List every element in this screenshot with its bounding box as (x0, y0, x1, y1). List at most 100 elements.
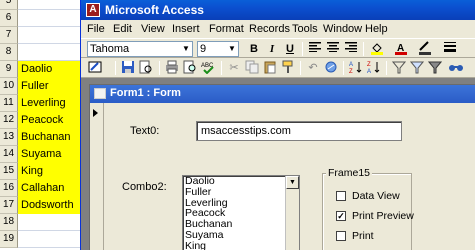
menu-bar: File Edit View Insert Format Records Too… (81, 20, 475, 38)
toolbar-separator (363, 42, 364, 56)
excel-row-header[interactable]: 9 (0, 61, 18, 78)
filter-by-form-icon[interactable] (408, 60, 426, 76)
print-preview-icon[interactable] (181, 60, 199, 76)
excel-row[interactable]: 18 (0, 214, 90, 231)
excel-row[interactable]: 5 (0, 0, 90, 10)
line-width-icon[interactable] (441, 41, 459, 57)
access-key-icon: A (86, 3, 100, 17)
svg-text:A: A (349, 62, 353, 68)
form-icon (94, 88, 106, 99)
print-icon[interactable] (163, 60, 181, 76)
menu-window[interactable]: Window (323, 22, 362, 36)
align-center-icon[interactable] (324, 41, 342, 57)
excel-row[interactable]: 9 Daolio (0, 61, 90, 78)
list-item[interactable]: Fuller (183, 186, 299, 198)
mdi-workspace: Form1 : Form Text0: msaccesstips.com Com… (81, 78, 475, 250)
text0-textbox[interactable]: msaccesstips.com (196, 121, 402, 141)
chevron-down-icon[interactable]: ▼ (180, 42, 192, 56)
excel-row[interactable]: 19 (0, 231, 90, 248)
toolbar-separator (115, 61, 116, 75)
excel-row-header[interactable]: 19 (0, 231, 18, 248)
line-color-icon[interactable] (416, 41, 434, 57)
excel-row-header[interactable]: 14 (0, 146, 18, 163)
formatting-toolbar: Tahoma ▼ 9 ▼ B I U A (81, 38, 475, 58)
excel-row-header[interactable]: 8 (0, 44, 18, 61)
menu-file[interactable]: File (87, 22, 105, 36)
record-selector[interactable] (90, 103, 104, 250)
excel-row[interactable]: 13 Buchanan (0, 129, 90, 146)
font-color-icon[interactable]: A (392, 41, 410, 57)
view-icon[interactable] (87, 60, 105, 76)
svg-text:A: A (367, 69, 371, 74)
paste-icon[interactable] (261, 60, 279, 76)
checkbox-box[interactable] (336, 231, 346, 241)
scroll-up-arrow-icon[interactable]: ▼ (286, 176, 299, 189)
excel-row[interactable]: 7 (0, 27, 90, 44)
fill-color-icon[interactable] (368, 41, 386, 57)
excel-row[interactable]: 8 (0, 44, 90, 61)
hyperlink-icon[interactable] (322, 60, 340, 76)
italic-button[interactable]: I (263, 41, 281, 57)
menu-insert[interactable]: Insert (172, 22, 200, 36)
undo-icon[interactable]: ↶ (304, 60, 322, 76)
checkbox-box[interactable]: ✓ (336, 211, 346, 221)
svg-text:Z: Z (349, 69, 353, 74)
excel-row[interactable]: 17 Dodsworth (0, 197, 90, 214)
excel-row[interactable]: 16 Callahan (0, 180, 90, 197)
sort-ascending-icon[interactable]: AZ (347, 60, 365, 76)
list-item[interactable]: King (183, 240, 299, 250)
filter-by-selection-icon[interactable] (390, 60, 408, 76)
excel-row-header[interactable]: 16 (0, 180, 18, 197)
list-scrollbar[interactable]: ▼ (285, 176, 299, 250)
menu-edit[interactable]: Edit (113, 22, 132, 36)
text0-label: Text0: (130, 125, 160, 137)
form-title: Form1 : Form (110, 87, 181, 99)
cut-icon[interactable]: ✂ (225, 60, 243, 76)
excel-row[interactable]: 12 Peacock (0, 112, 90, 129)
excel-row[interactable]: 11 Leverling (0, 95, 90, 112)
checkbox-box[interactable] (336, 191, 346, 201)
bold-button[interactable]: B (245, 41, 263, 57)
format-painter-icon[interactable] (279, 60, 297, 76)
apply-filter-icon[interactable] (426, 60, 444, 76)
search-file-icon[interactable] (137, 60, 155, 76)
excel-row[interactable]: 10 Fuller (0, 78, 90, 95)
find-icon[interactable] (447, 60, 465, 76)
excel-row-header[interactable]: 13 (0, 129, 18, 146)
menu-records[interactable]: Records (249, 22, 290, 36)
font-name-value: Tahoma (90, 43, 130, 55)
save-icon[interactable] (119, 60, 137, 76)
excel-row[interactable]: 6 (0, 10, 90, 27)
access-title-bar: A Microsoft Access (81, 0, 475, 20)
combo2-list[interactable]: Daolio Fuller Leverling Peacock Buchanan Suya… (182, 175, 300, 250)
align-left-icon[interactable] (306, 41, 324, 57)
excel-row-header[interactable]: 5 (0, 0, 18, 10)
menu-view[interactable]: View (141, 22, 165, 36)
excel-row-header[interactable]: 17 (0, 197, 18, 214)
copy-icon[interactable] (243, 60, 261, 76)
excel-row-header[interactable]: 18 (0, 214, 18, 231)
excel-row-header[interactable]: 15 (0, 163, 18, 180)
chevron-down-icon[interactable]: ▼ (226, 42, 238, 56)
menu-tools[interactable]: Tools (292, 22, 318, 36)
sort-descending-icon[interactable]: ZA (365, 60, 383, 76)
excel-row[interactable]: 14 Suyama (0, 146, 90, 163)
excel-row-header[interactable]: 12 (0, 112, 18, 129)
font-size-value: 9 (200, 43, 207, 55)
form-design-toolbar: ABC ✂ ↶ AZ ZA (81, 58, 475, 78)
excel-row-header[interactable]: 11 (0, 95, 18, 112)
underline-button[interactable]: U (281, 41, 299, 57)
spelling-icon[interactable]: ABC (199, 60, 217, 76)
align-right-icon[interactable] (342, 41, 360, 57)
excel-row[interactable]: 15 King (0, 163, 90, 180)
font-size-combo[interactable]: 9 ▼ (197, 41, 239, 57)
menu-help[interactable]: Help (365, 22, 388, 36)
excel-row-header[interactable]: 10 (0, 78, 18, 95)
excel-row-header[interactable]: 7 (0, 27, 18, 44)
svg-text:Z: Z (367, 62, 371, 68)
toolbar-separator (159, 61, 160, 75)
toolbar-separator (302, 42, 303, 56)
menu-format[interactable]: Format (209, 22, 244, 36)
excel-row-header[interactable]: 6 (0, 10, 18, 27)
font-name-combo[interactable]: Tahoma ▼ (87, 41, 193, 57)
